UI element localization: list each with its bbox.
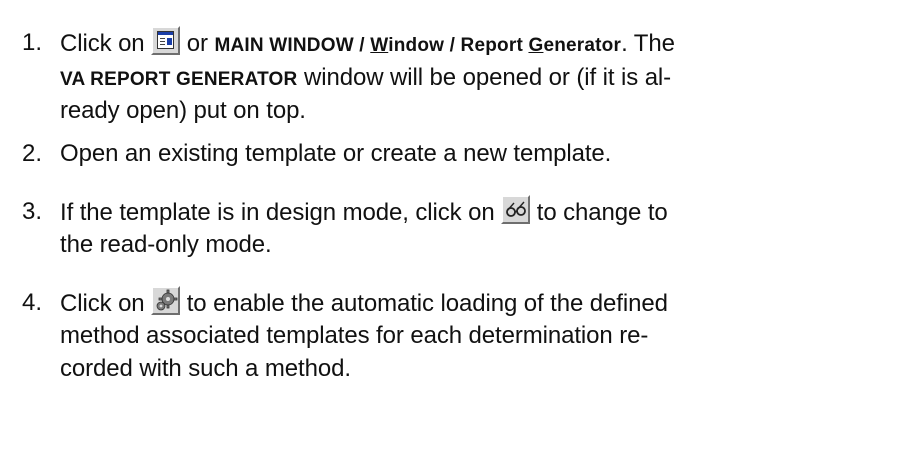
step-number: 2. bbox=[22, 140, 43, 167]
step-text-line: VA REPORT GENERATOR window will be opene… bbox=[60, 61, 890, 96]
step-text: to enable the automatic loading of the d… bbox=[186, 290, 668, 317]
step-text-line: If the template is in design mode, click… bbox=[60, 195, 890, 229]
step-text-line: Open an existing template or create a ne… bbox=[60, 140, 612, 167]
glasses-icon[interactable] bbox=[501, 195, 531, 224]
window-name: VA REPORT GENERATOR bbox=[60, 69, 298, 90]
gears-icon[interactable] bbox=[151, 286, 181, 315]
step-text-line: Click on to enable the automatic loading… bbox=[60, 286, 890, 320]
step-number: 3. bbox=[22, 198, 43, 225]
report-generator-icon[interactable] bbox=[151, 26, 181, 55]
step-text-line: the read-only mode. bbox=[60, 231, 272, 258]
step-text-line: method associated templates for each det… bbox=[60, 322, 649, 349]
step-number: 4. bbox=[22, 289, 43, 316]
step-text: or bbox=[186, 30, 208, 57]
step-text-line: ready open) put on top. bbox=[60, 97, 306, 124]
step-text-line: Click on or MAIN WINDOW / Window / Repor… bbox=[60, 26, 890, 62]
step-text: Click on bbox=[60, 290, 145, 317]
step-text: If the template is in design mode, click… bbox=[60, 199, 495, 226]
step-text: to change to bbox=[536, 199, 668, 226]
step-text-line: corded with such a method. bbox=[60, 355, 351, 382]
step-text: window will be opened or (if it is al- bbox=[304, 64, 672, 91]
step-number: 1. bbox=[22, 29, 43, 56]
instruction-list: 1. Click on or MAIN WINDOW / Window / Re… bbox=[0, 0, 906, 451]
step-text: . The bbox=[621, 30, 675, 57]
step-text: Click on bbox=[60, 30, 145, 57]
menu-path: MAIN WINDOW / Window / Report Generator bbox=[214, 35, 622, 56]
